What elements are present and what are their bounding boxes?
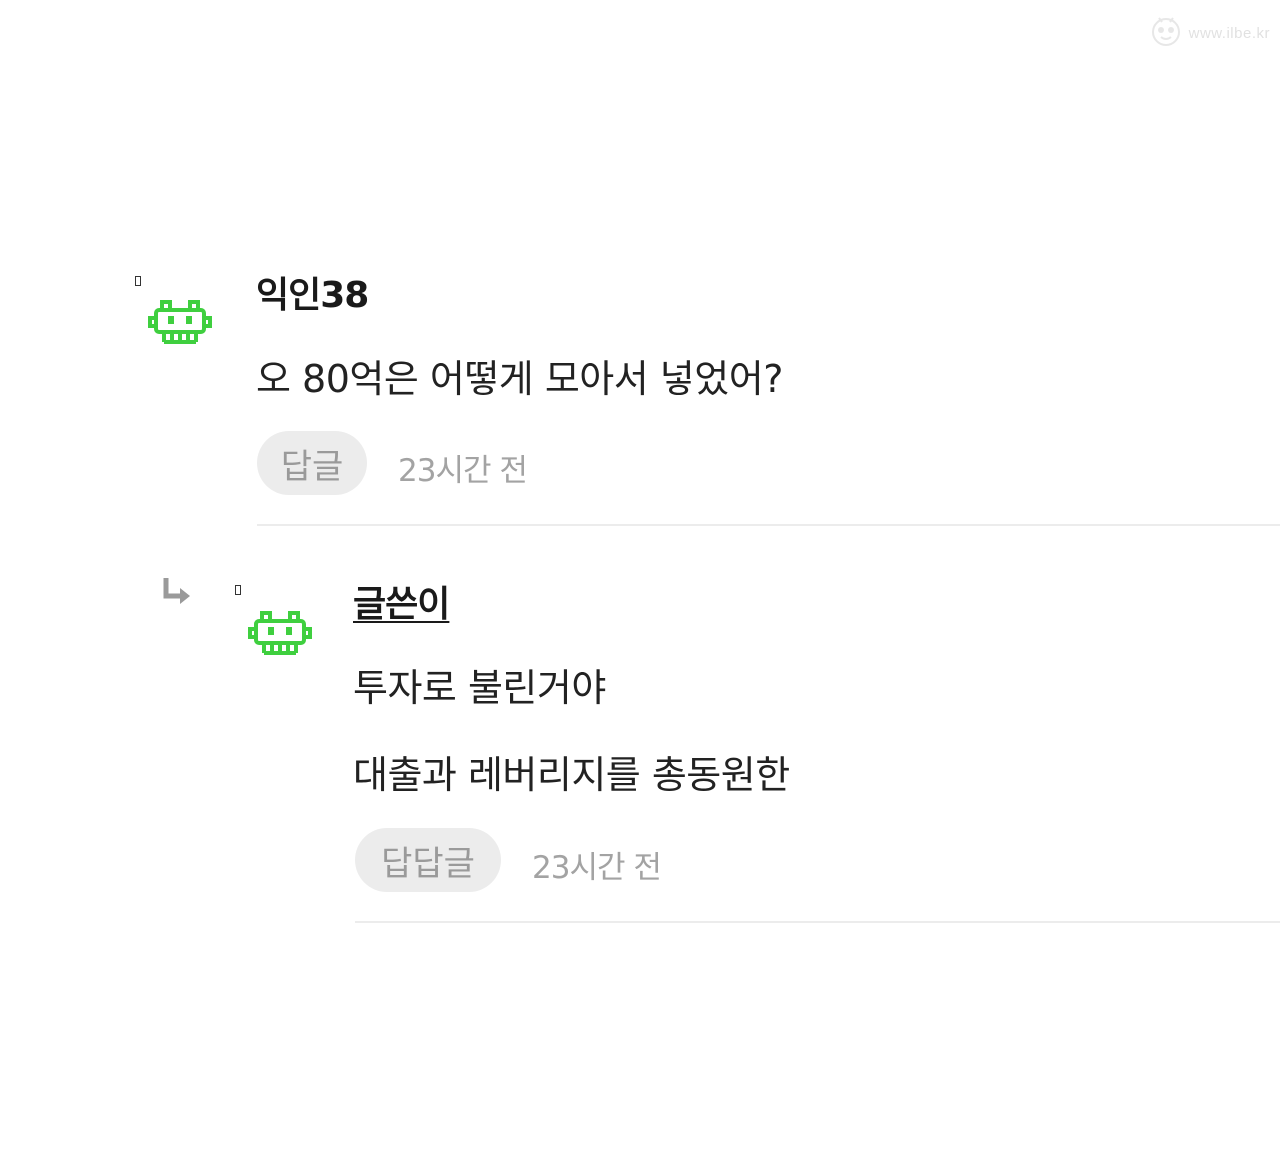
comment-text: 투자로 불린거야	[353, 666, 606, 710]
comment-author[interactable]: 글쓴이	[353, 575, 450, 627]
reply-button[interactable]: 답답글	[355, 828, 501, 892]
comment-text: 대출과 레버리지를 총동원한	[353, 753, 790, 797]
comment-marker	[235, 585, 241, 595]
comment-divider	[355, 921, 1280, 923]
reply-arrow-icon	[160, 576, 194, 608]
green-pixel-avatar-icon[interactable]	[248, 607, 312, 659]
reply-comment: 글쓴이 투자로 불린거야 대출과 레버리지를 총동원한 답답글 23시간 전	[0, 0, 1280, 940]
comment-time: 23시간 전	[532, 850, 662, 886]
